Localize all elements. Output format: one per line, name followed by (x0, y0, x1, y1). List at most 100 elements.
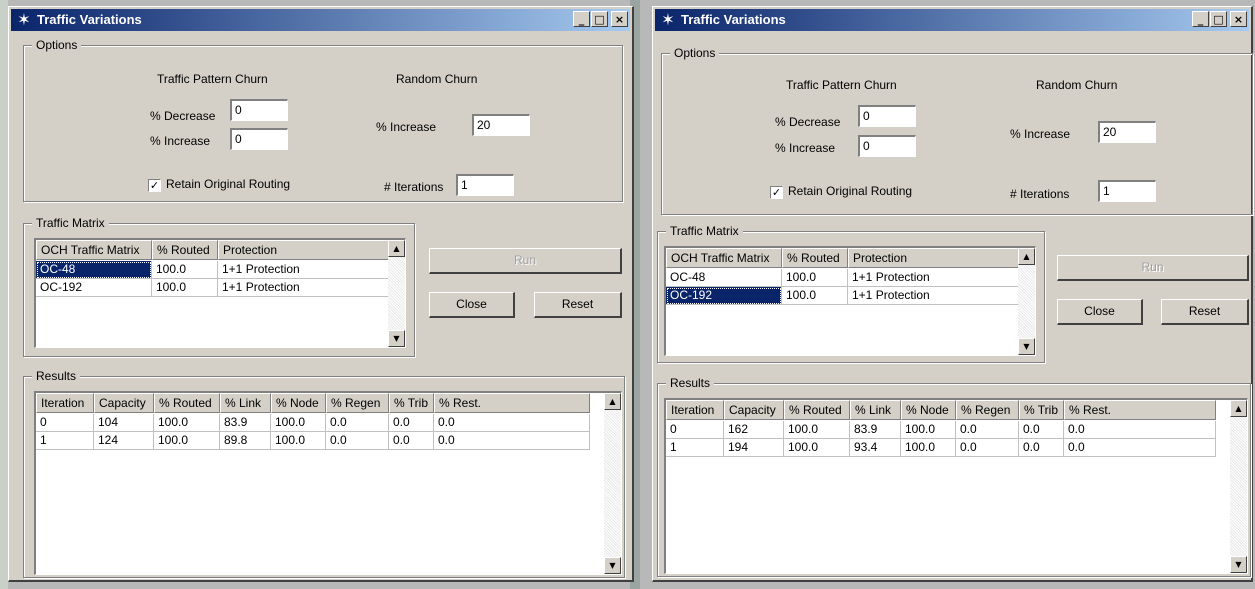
cell-regen[interactable]: 0.0 (326, 432, 389, 450)
cell-routed[interactable]: 100.0 (782, 269, 848, 287)
title-bar[interactable]: ✶ Traffic Variations _ □ × (11, 9, 630, 31)
cell-routed[interactable]: 100.0 (784, 421, 850, 439)
random-increase-input[interactable]: 20 (472, 114, 530, 136)
cell-node[interactable]: 100.0 (901, 421, 956, 439)
cell-routed[interactable]: 100.0 (784, 439, 850, 457)
header-routed[interactable]: % Routed (152, 240, 218, 260)
header-rest[interactable]: % Rest. (1064, 400, 1216, 420)
header-node[interactable]: % Node (901, 400, 956, 420)
table-row[interactable]: OC-192 100.0 1+1 Protection (666, 287, 1019, 305)
scroll-up-icon[interactable]: ▲ (1230, 400, 1247, 417)
scroll-down-icon[interactable]: ▼ (1230, 556, 1247, 573)
cell-capacity[interactable]: 162 (724, 421, 784, 439)
header-routed[interactable]: % Routed (782, 248, 848, 268)
cell-routed[interactable]: 100.0 (154, 414, 220, 432)
cell-regen[interactable]: 0.0 (956, 439, 1019, 457)
cell-och[interactable]: OC-192 (666, 287, 782, 305)
cell-node[interactable]: 100.0 (901, 439, 956, 457)
table-row[interactable]: OC-192 100.0 1+1 Protection (36, 279, 389, 297)
iterations-input[interactable]: 1 (1098, 180, 1156, 202)
cell-routed[interactable]: 100.0 (782, 287, 848, 305)
header-node[interactable]: % Node (271, 393, 326, 413)
cell-och[interactable]: OC-48 (666, 269, 782, 287)
cell-capacity[interactable]: 124 (94, 432, 154, 450)
random-increase-input[interactable]: 20 (1098, 121, 1156, 143)
header-trib[interactable]: % Trib (389, 393, 434, 413)
reset-button[interactable]: Reset (1161, 299, 1249, 325)
retain-routing-checkbox[interactable]: ✓ (770, 186, 783, 199)
cell-capacity[interactable]: 104 (94, 414, 154, 432)
minimize-button[interactable]: _ (573, 11, 590, 27)
minimize-button[interactable]: _ (1192, 11, 1209, 27)
decrease-input[interactable]: 0 (230, 99, 288, 121)
cell-rest[interactable]: 0.0 (434, 432, 590, 450)
reset-button[interactable]: Reset (534, 292, 622, 318)
cell-trib[interactable]: 0.0 (389, 432, 434, 450)
cell-och[interactable]: OC-192 (36, 279, 152, 297)
cell-och[interactable]: OC-48 (36, 261, 152, 279)
scroll-up-icon[interactable]: ▲ (388, 240, 405, 257)
cell-protection[interactable]: 1+1 Protection (218, 279, 389, 297)
vertical-scrollbar[interactable]: ▲ ▼ (604, 393, 621, 574)
decrease-input[interactable]: 0 (858, 105, 916, 127)
header-och-traffic-matrix[interactable]: OCH Traffic Matrix (666, 248, 782, 268)
cell-iteration[interactable]: 1 (666, 439, 724, 457)
header-protection[interactable]: Protection (848, 248, 1019, 268)
cell-protection[interactable]: 1+1 Protection (848, 269, 1019, 287)
cell-link[interactable]: 89.8 (220, 432, 271, 450)
scroll-down-icon[interactable]: ▼ (604, 557, 621, 574)
maximize-button[interactable]: □ (591, 11, 608, 27)
table-row[interactable]: OC-48 100.0 1+1 Protection (666, 269, 1019, 287)
cell-iteration[interactable]: 1 (36, 432, 94, 450)
cell-routed[interactable]: 100.0 (152, 261, 218, 279)
cell-trib[interactable]: 0.0 (1019, 421, 1064, 439)
cell-link[interactable]: 83.9 (220, 414, 271, 432)
cell-regen[interactable]: 0.0 (956, 421, 1019, 439)
header-link[interactable]: % Link (220, 393, 271, 413)
title-bar[interactable]: ✶ Traffic Variations _ □ × (655, 9, 1249, 31)
cell-iteration[interactable]: 0 (36, 414, 94, 432)
close-window-button[interactable]: × (1230, 11, 1247, 27)
retain-routing-label[interactable]: Retain Original Routing (788, 184, 912, 198)
cell-iteration[interactable]: 0 (666, 421, 724, 439)
header-trib[interactable]: % Trib (1019, 400, 1064, 420)
cell-node[interactable]: 100.0 (271, 414, 326, 432)
increase-input[interactable]: 0 (858, 135, 916, 157)
scroll-down-icon[interactable]: ▼ (388, 330, 405, 347)
cell-node[interactable]: 100.0 (271, 432, 326, 450)
cell-protection[interactable]: 1+1 Protection (218, 261, 389, 279)
cell-rest[interactable]: 0.0 (434, 414, 590, 432)
vertical-scrollbar[interactable]: ▲ ▼ (1230, 400, 1247, 573)
run-button[interactable]: Run (1057, 255, 1249, 281)
header-regen[interactable]: % Regen (326, 393, 389, 413)
cell-rest[interactable]: 0.0 (1064, 439, 1216, 457)
close-window-button[interactable]: × (611, 11, 628, 27)
header-protection[interactable]: Protection (218, 240, 389, 260)
vertical-scrollbar[interactable]: ▲ ▼ (1018, 248, 1035, 355)
header-capacity[interactable]: Capacity (724, 400, 784, 420)
retain-routing-label[interactable]: Retain Original Routing (166, 177, 290, 191)
cell-protection[interactable]: 1+1 Protection (848, 287, 1019, 305)
cell-rest[interactable]: 0.0 (1064, 421, 1216, 439)
cell-regen[interactable]: 0.0 (326, 414, 389, 432)
cell-capacity[interactable]: 194 (724, 439, 784, 457)
iterations-input[interactable]: 1 (456, 174, 514, 196)
cell-routed[interactable]: 100.0 (154, 432, 220, 450)
header-link[interactable]: % Link (850, 400, 901, 420)
table-row[interactable]: 0 162 100.0 83.9 100.0 0.0 0.0 0.0 (666, 421, 1216, 439)
scroll-up-icon[interactable]: ▲ (604, 393, 621, 410)
retain-routing-checkbox[interactable]: ✓ (148, 179, 161, 192)
maximize-button[interactable]: □ (1210, 11, 1227, 27)
header-regen[interactable]: % Regen (956, 400, 1019, 420)
close-button[interactable]: Close (429, 292, 515, 318)
header-iteration[interactable]: Iteration (36, 393, 94, 413)
cell-link[interactable]: 83.9 (850, 421, 901, 439)
header-routed[interactable]: % Routed (784, 400, 850, 420)
increase-input[interactable]: 0 (230, 128, 288, 150)
cell-link[interactable]: 93.4 (850, 439, 901, 457)
cell-trib[interactable]: 0.0 (1019, 439, 1064, 457)
scroll-up-icon[interactable]: ▲ (1018, 248, 1035, 265)
close-button[interactable]: Close (1057, 299, 1143, 325)
table-row[interactable]: 0 104 100.0 83.9 100.0 0.0 0.0 0.0 (36, 414, 590, 432)
cell-trib[interactable]: 0.0 (389, 414, 434, 432)
